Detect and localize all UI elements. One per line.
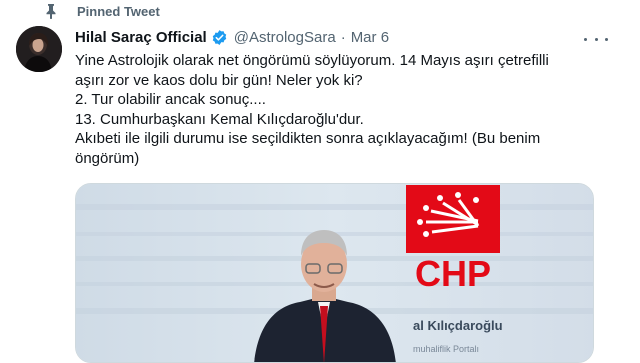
tweet-text-line: Yine Astrolojik olarak net öngörümü söyl… <box>75 52 549 69</box>
tweet-text-line: 2. Tur olabilir ancak sonuç.... <box>75 91 266 108</box>
more-options-icon[interactable] <box>584 31 608 47</box>
display-name[interactable]: Hilal Saraç Official <box>75 29 207 46</box>
tweet-text-line: 13. Cumhurbaşkanı Kemal Kılıçdaroğlu'dur… <box>75 110 364 128</box>
tweet-text-line: Akıbeti ile ilgili durumu ise seçildikte… <box>75 130 541 147</box>
verified-badge-icon <box>212 29 226 45</box>
media-banner-subtext: muhaliflik Portalı <box>413 344 479 354</box>
pin-icon <box>46 4 56 19</box>
tweet-header: Hilal Saraç Official @AstrologSara · Mar… <box>75 27 389 47</box>
user-handle[interactable]: @AstrologSara <box>234 29 336 46</box>
chp-logo-text: CHP <box>415 253 491 294</box>
media-banner-text: al Kılıçdaroğlu <box>413 318 503 333</box>
pinned-label: Pinned Tweet <box>77 4 160 19</box>
tweet-text-line: aşırı zor ve kaos dolu bir gün! Neler yo… <box>75 71 363 89</box>
tweet-text: Yine Astrolojik olarak net öngörümü söyl… <box>75 51 595 168</box>
media-photo: CHP al Kılıçdaroğlu muhaliflik Portalı <box>76 184 593 362</box>
chp-logo: CHP <box>406 185 500 294</box>
tweet-date[interactable]: Mar 6 <box>351 29 389 46</box>
separator-dot: · <box>340 28 346 46</box>
tweet-media-image[interactable]: CHP al Kılıçdaroğlu muhaliflik Portalı <box>75 183 594 363</box>
avatar[interactable] <box>16 26 62 72</box>
tweet-text-line: öngörüm) <box>75 149 140 167</box>
